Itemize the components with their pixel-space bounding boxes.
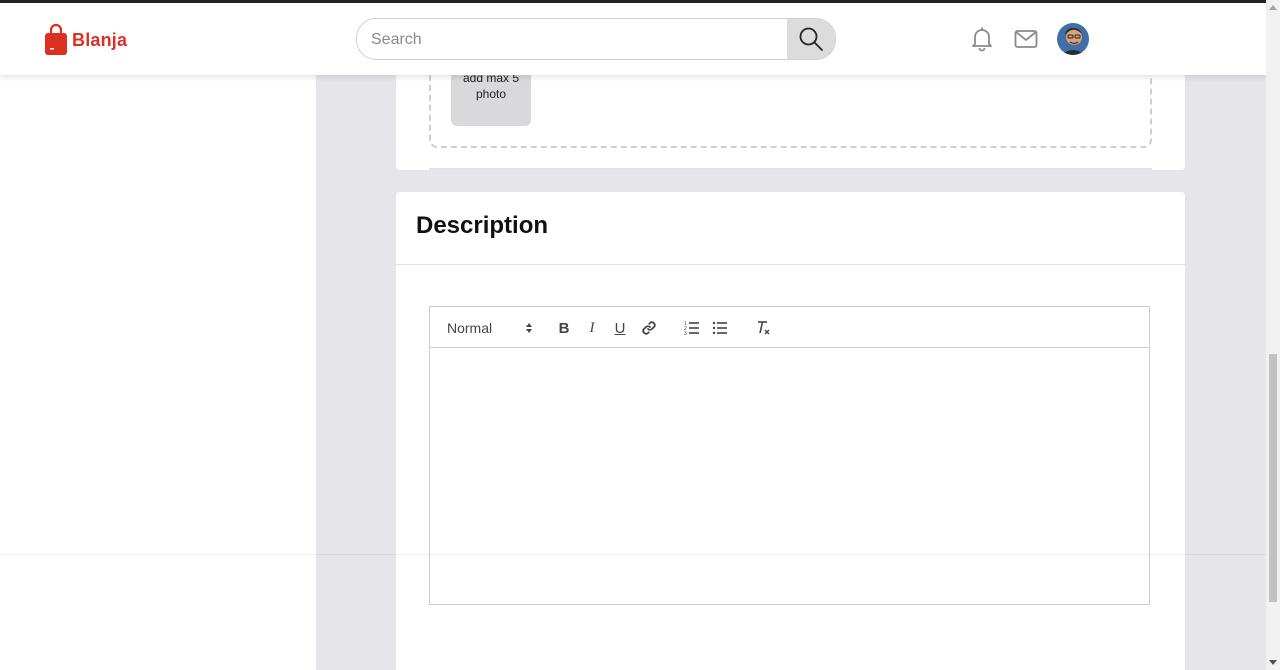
clear-format-icon: [758, 321, 770, 335]
scroll-down-arrow-icon[interactable]: [1269, 660, 1277, 665]
top-navbar: Blanja: [0, 3, 1266, 75]
main-content: add max 5 photo Description Normal B I U: [316, 0, 1266, 670]
bullet-list-icon: [712, 321, 727, 335]
window-top-border: [0, 0, 1280, 3]
scroll-up-arrow-icon[interactable]: [1269, 5, 1277, 10]
brand-logo[interactable]: Blanja: [44, 23, 127, 55]
bold-icon: B: [558, 319, 570, 337]
notifications-button[interactable]: [969, 26, 995, 52]
underline-button[interactable]: U: [611, 319, 629, 337]
underline-icon: U: [614, 319, 626, 337]
bell-icon: [972, 27, 992, 52]
bold-button[interactable]: B: [555, 319, 573, 337]
svg-text:3: 3: [684, 331, 687, 336]
description-editor[interactable]: [429, 348, 1150, 605]
scrollbar-thumb[interactable]: [1269, 354, 1277, 602]
page-scrollbar[interactable]: [1266, 0, 1280, 670]
italic-button[interactable]: I: [583, 319, 601, 337]
text-format-value: Normal: [447, 320, 493, 336]
text-format-select[interactable]: Normal: [447, 318, 533, 338]
section-divider: [396, 264, 1185, 265]
search-button[interactable]: [787, 19, 835, 59]
clear-format-button[interactable]: [754, 319, 772, 337]
description-title: Description: [416, 212, 549, 239]
user-avatar[interactable]: [1057, 23, 1089, 55]
search-bar: [356, 18, 836, 60]
card-divider: [429, 168, 1152, 170]
italic-icon: I: [589, 319, 595, 336]
search-icon: [799, 27, 823, 51]
editor-toolbar: Normal B I U 1 2 3: [429, 306, 1150, 348]
avatar-image: [1057, 23, 1089, 55]
select-arrows-icon: [526, 323, 532, 333]
sidebar: [0, 0, 316, 670]
ordered-list-icon: 1 2 3: [684, 321, 699, 336]
brand-name: Blanja: [72, 30, 128, 50]
bullet-list-button[interactable]: [711, 319, 729, 337]
mail-icon: [1014, 30, 1038, 48]
messages-button[interactable]: [1013, 26, 1039, 52]
link-icon: [642, 321, 656, 335]
link-button[interactable]: [640, 319, 658, 337]
description-card: Description Normal B I U 1 2 3: [396, 192, 1185, 670]
footer-shadow-line: [0, 554, 1266, 555]
shopping-bag-icon: [45, 23, 67, 55]
search-input[interactable]: [369, 19, 783, 59]
ordered-list-button[interactable]: 1 2 3: [683, 319, 701, 337]
